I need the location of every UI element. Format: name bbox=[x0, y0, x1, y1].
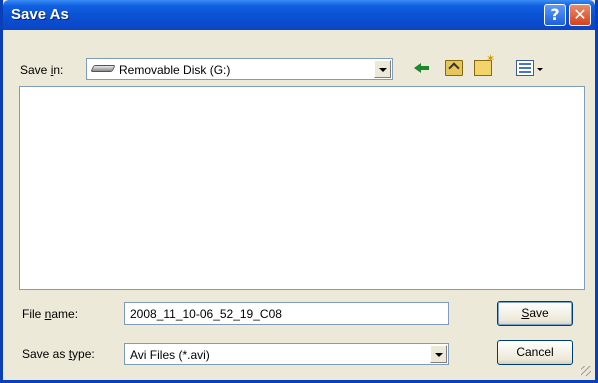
resize-grip-icon[interactable] bbox=[581, 366, 591, 376]
help-button[interactable]: ? bbox=[544, 4, 566, 26]
save-in-dropdown[interactable]: Removable Disk (G:) bbox=[86, 58, 393, 80]
removable-disk-icon bbox=[90, 65, 116, 72]
save-as-type-label: Save as type: bbox=[22, 347, 95, 361]
save-as-dialog: Save As ? ✕ Save in: Removable Disk (G:)… bbox=[0, 0, 598, 383]
up-folder-icon[interactable] bbox=[445, 60, 463, 76]
close-button[interactable]: ✕ bbox=[569, 4, 591, 26]
window-title: Save As bbox=[11, 6, 69, 23]
save-button[interactable]: Save bbox=[497, 301, 573, 326]
chevron-down-icon[interactable] bbox=[374, 60, 391, 78]
back-icon[interactable] bbox=[414, 60, 432, 76]
views-dropdown-arrow-icon[interactable] bbox=[537, 68, 543, 71]
file-list[interactable] bbox=[19, 86, 585, 290]
save-in-label: Save in: bbox=[20, 63, 64, 77]
file-name-value: 2008_11_10-06_52_19_C08 bbox=[130, 307, 282, 321]
chevron-down-icon[interactable] bbox=[430, 345, 447, 363]
views-menu-icon[interactable] bbox=[516, 60, 534, 76]
save-as-type-dropdown[interactable]: Avi Files (*.avi) bbox=[124, 343, 449, 365]
new-folder-icon[interactable] bbox=[474, 52, 495, 76]
file-name-label: File name: bbox=[22, 307, 79, 321]
file-name-input[interactable]: 2008_11_10-06_52_19_C08 bbox=[124, 302, 449, 325]
cancel-button[interactable]: Cancel bbox=[497, 340, 573, 365]
title-bar[interactable]: Save As ? ✕ bbox=[3, 0, 595, 30]
save-in-value: Removable Disk (G:) bbox=[119, 63, 231, 77]
save-as-type-value: Avi Files (*.avi) bbox=[130, 348, 210, 362]
